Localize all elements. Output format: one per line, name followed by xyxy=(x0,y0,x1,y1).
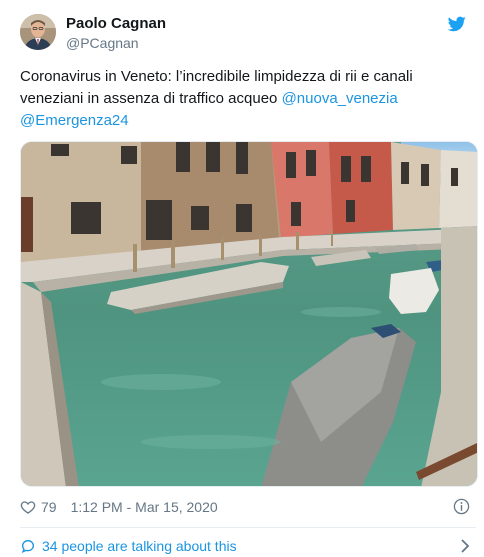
conversation-label[interactable]: 34 people are talking about this xyxy=(42,538,237,554)
tweet-card: Paolo Cagnan @PCagnan Coronavirus in Ven… xyxy=(0,0,484,557)
avatar-image xyxy=(20,14,56,50)
venice-canal-photo xyxy=(21,142,477,486)
author-block[interactable]: Paolo Cagnan @PCagnan xyxy=(66,14,166,53)
author-handle[interactable]: @PCagnan xyxy=(66,34,166,53)
conversation-link[interactable]: 34 people are talking about this xyxy=(20,536,476,556)
tweet-text: Coronavirus in Veneto: l’incredibile lim… xyxy=(20,66,466,132)
like-count[interactable]: 79 xyxy=(41,499,57,515)
tweet-meta: 79 1:12 PM - Mar 15, 2020 xyxy=(20,497,218,517)
info-icon[interactable] xyxy=(453,498,470,515)
speech-bubble-icon xyxy=(21,539,35,553)
divider xyxy=(20,527,476,528)
chevron-right-icon[interactable] xyxy=(460,538,470,554)
heart-icon[interactable] xyxy=(20,499,36,515)
tweet-photo[interactable] xyxy=(20,141,478,487)
twitter-bird-icon[interactable] xyxy=(448,16,466,32)
mention-nuova-venezia[interactable]: @nuova_venezia xyxy=(282,90,398,107)
avatar[interactable] xyxy=(20,14,56,50)
author-display-name[interactable]: Paolo Cagnan xyxy=(66,14,166,33)
mention-emergenza24[interactable]: @Emergenza24 xyxy=(20,112,129,129)
tweet-timestamp[interactable]: 1:12 PM - Mar 15, 2020 xyxy=(71,499,218,515)
